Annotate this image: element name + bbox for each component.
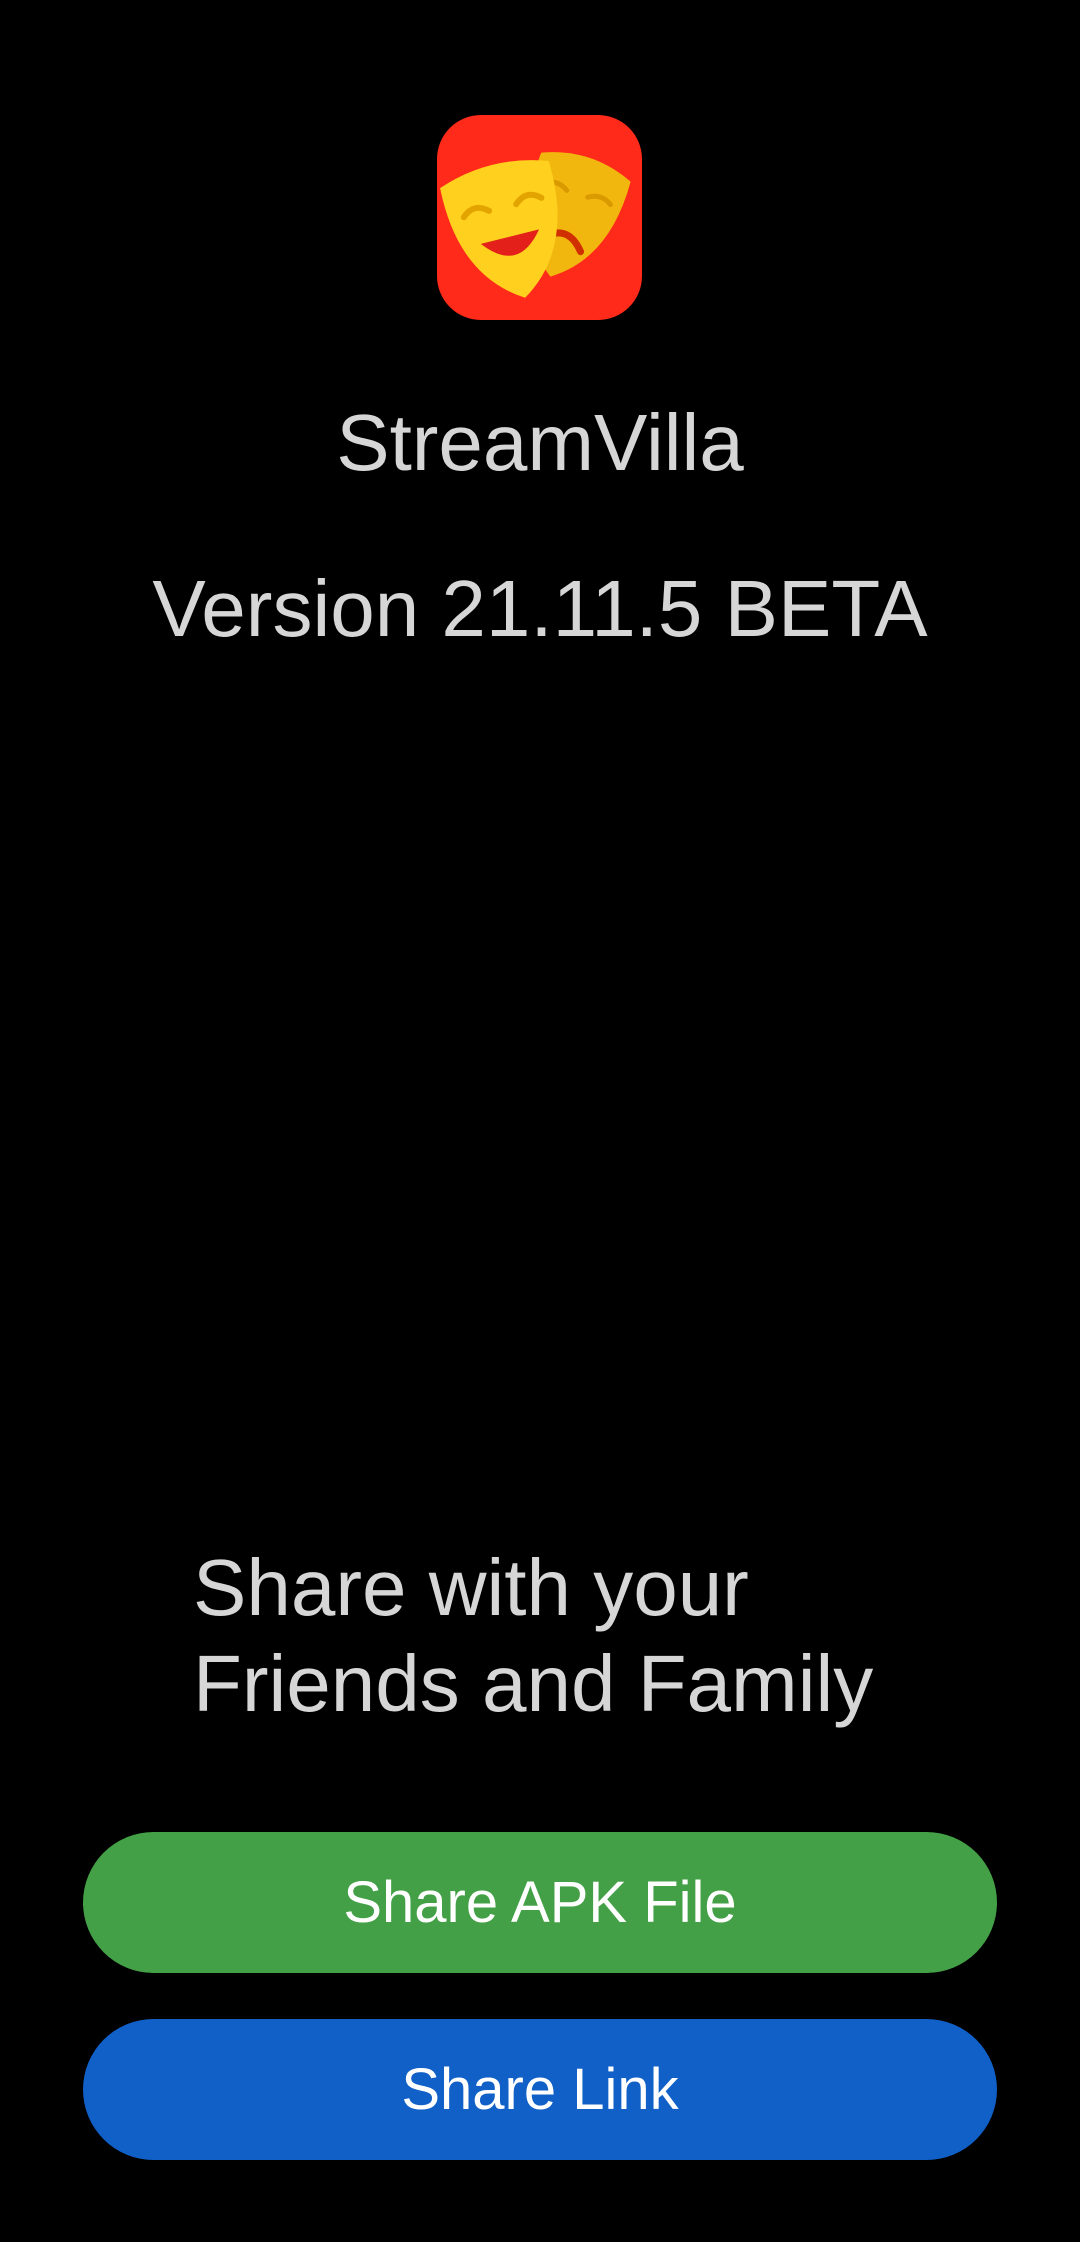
share-heading-line-2: Friends and Family	[193, 1639, 874, 1728]
share-heading-line-1: Share with your	[193, 1543, 749, 1632]
app-logo-icon	[437, 115, 642, 320]
theater-masks-icon	[440, 152, 631, 298]
app-version: Version 21.11.5 BETA	[152, 564, 928, 653]
share-link-button[interactable]: Share Link	[83, 2019, 997, 2160]
app-name: StreamVilla	[336, 398, 744, 487]
share-heading: Share with your Friends and Family	[193, 1540, 993, 1732]
share-apk-file-button[interactable]: Share APK File	[83, 1832, 997, 1973]
